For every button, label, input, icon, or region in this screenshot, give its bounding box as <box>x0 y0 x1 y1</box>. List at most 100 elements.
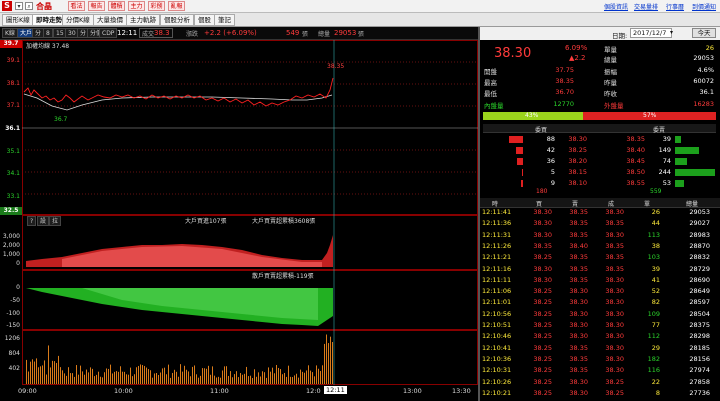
stock-symbol[interactable]: 合晶 <box>36 1 52 12</box>
bid-price[interactable]: 38.10 <box>557 179 587 187</box>
ticks-list[interactable]: 12:11:41 38.30 38.35 38.30 26 29053 12:11:36 38… <box>480 208 720 401</box>
tick-row[interactable]: 12:10:26 38.25 38.30 38.25 22 27858 <box>480 378 720 390</box>
chevron-down-icon[interactable]: ▾ <box>670 29 676 37</box>
tab-stock[interactable]: 個股 <box>194 14 215 26</box>
tick-row[interactable]: 12:10:36 38.25 38.35 38.30 182 28156 <box>480 355 720 367</box>
tick-bid: 38.35 <box>533 241 552 250</box>
volume-bar <box>232 377 233 384</box>
bid-price[interactable]: 38.15 <box>557 168 587 176</box>
help-button[interactable]: ? <box>27 216 37 226</box>
ask-depth-bar <box>675 136 681 143</box>
ask-price[interactable]: 38.40 <box>615 146 645 154</box>
quick-button-report[interactable]: 報告 <box>88 1 105 11</box>
cdp-button[interactable]: CDP <box>99 28 118 38</box>
tick-row[interactable]: 12:10:56 38.25 38.30 38.30 109 28504 <box>480 310 720 322</box>
tick-row[interactable]: 12:11:36 38.30 38.35 38.35 44 29027 <box>480 219 720 231</box>
tick-ask: 38.35 <box>569 230 588 239</box>
price-value: 38.3 <box>154 29 170 37</box>
interval-8-button[interactable]: 8 <box>43 28 53 38</box>
tick-ask: 38.35 <box>569 275 588 284</box>
tab-price-k[interactable]: 分價K線 <box>62 14 94 26</box>
volume-bar <box>52 360 53 384</box>
k-line-button[interactable]: K線 <box>2 28 18 38</box>
today-button[interactable]: 今天 <box>692 28 716 38</box>
order-book-row: 42 38.25 38.40 149 <box>483 145 716 156</box>
ask-price[interactable]: 38.55 <box>615 179 645 187</box>
volume-bar <box>228 375 229 384</box>
link-stock-info[interactable]: 個股資訊 <box>604 2 628 11</box>
tick-row[interactable]: 12:10:41 38.25 38.35 38.30 29 28185 <box>480 344 720 356</box>
date-input[interactable]: 2017/12/7 <box>630 28 672 38</box>
tick-row[interactable]: 12:11:06 38.25 38.30 38.30 52 28649 <box>480 287 720 299</box>
order-book-row: 88 38.30 38.35 39 <box>483 134 716 145</box>
link-volume-rank[interactable]: 交易量排 <box>634 2 658 11</box>
tick-price: 38.35 <box>605 241 624 250</box>
volume-bar <box>258 372 259 384</box>
tab-bar: 圖形K線 即時走勢 分價K線 大量換價 主力軌跡 個股分析 個股 筆記 <box>0 13 720 27</box>
bid-depth-bar <box>517 158 523 165</box>
tick-row[interactable]: 12:10:21 38.25 38.30 38.25 8 27736 <box>480 389 720 401</box>
bid-price[interactable]: 38.25 <box>557 146 587 154</box>
tick-total: 28729 <box>689 264 710 273</box>
dropdown-icon[interactable]: ▾ <box>15 2 23 10</box>
quick-button-main[interactable]: 主力 <box>128 1 145 11</box>
tick-time: 12:11:06 <box>482 287 512 296</box>
total-volume-label: 總量 <box>318 31 331 38</box>
quick-button-news[interactable]: 亂報 <box>168 1 185 11</box>
bid-price[interactable]: 38.30 <box>557 135 587 143</box>
volume-bar <box>210 374 211 384</box>
tab-notes[interactable]: 筆記 <box>214 14 235 26</box>
tick-row[interactable]: 12:10:46 38.25 38.30 38.30 112 28298 <box>480 332 720 344</box>
volume-bar <box>86 369 87 384</box>
tick-row[interactable]: 12:11:26 38.35 38.40 38.35 38 28870 <box>480 242 720 254</box>
tab-stock-analysis[interactable]: 個股分析 <box>160 14 194 26</box>
volume-bar <box>144 365 145 384</box>
bid-price[interactable]: 38.20 <box>557 157 587 165</box>
tick-row[interactable]: 12:11:11 38.30 38.35 38.30 41 28690 <box>480 276 720 288</box>
ask-price[interactable]: 38.35 <box>615 135 645 143</box>
total-volume-unit: 張 <box>358 31 365 38</box>
outer-volume-value: 16283 <box>693 100 714 108</box>
tab-realtime[interactable]: 即時走勢 <box>32 14 66 26</box>
price-ytick: 39.1 <box>6 57 20 64</box>
ask-price[interactable]: 38.50 <box>615 168 645 176</box>
tick-row[interactable]: 12:11:01 38.25 38.30 38.30 82 28597 <box>480 298 720 310</box>
tick-ask: 38.35 <box>569 208 588 216</box>
quick-button-view[interactable]: 看法 <box>68 1 85 11</box>
tick-row[interactable]: 12:10:51 38.25 38.30 38.30 77 28375 <box>480 321 720 333</box>
amplitude-value: 4.6% <box>697 66 714 74</box>
retail-yaxis: 0 -50 -100 -150 <box>0 270 22 330</box>
total-volume: 29053 <box>334 29 357 37</box>
low-label: 最低 <box>484 90 497 98</box>
tick-price: 38.30 <box>605 332 624 341</box>
drag-button[interactable]: 拉 <box>49 216 62 226</box>
link-calendar[interactable]: 行事曆 <box>666 2 684 11</box>
tick-row[interactable]: 12:11:16 38.30 38.35 38.35 39 28729 <box>480 265 720 277</box>
tick-ask: 38.30 <box>569 388 588 397</box>
ask-price[interactable]: 38.45 <box>615 157 645 165</box>
tick-row[interactable]: 12:10:31 38.25 38.35 38.30 116 27974 <box>480 366 720 378</box>
tab-big-volume[interactable]: 大量換價 <box>93 14 127 26</box>
tick-total: 28649 <box>689 287 710 296</box>
settings-button[interactable]: 設 <box>37 216 50 226</box>
tick-qty: 41 <box>651 275 660 284</box>
tab-k-chart[interactable]: 圖形K線 <box>2 14 34 26</box>
tick-row[interactable]: 12:11:31 38.30 38.35 38.30 113 28983 <box>480 231 720 243</box>
quick-button-volume[interactable]: 體積 <box>108 1 125 11</box>
tick-time: 12:10:51 <box>482 321 512 329</box>
x-tick: 11:00 <box>210 387 229 395</box>
volume-bar <box>136 367 137 384</box>
tab-main-force[interactable]: 主力軌跡 <box>126 14 160 26</box>
volume-bars <box>26 334 333 384</box>
tick-row[interactable]: 12:11:21 38.25 38.35 38.35 103 28832 <box>480 253 720 265</box>
tick-ask: 38.30 <box>569 298 588 307</box>
link-price-alert[interactable]: 到價通知 <box>692 2 716 11</box>
low-value: 36.70 <box>555 88 574 96</box>
volume-bar <box>112 373 113 384</box>
tick-row[interactable]: 12:11:41 38.30 38.35 38.30 26 29053 <box>480 208 720 220</box>
total-volume-label-right: 總量 <box>604 56 617 64</box>
search-icon[interactable]: ⌕ <box>25 2 33 10</box>
quick-button-color[interactable]: 彩捌 <box>148 1 165 11</box>
ask-header: 委賣 <box>653 127 666 134</box>
retail-ytick: -50 <box>10 297 20 304</box>
